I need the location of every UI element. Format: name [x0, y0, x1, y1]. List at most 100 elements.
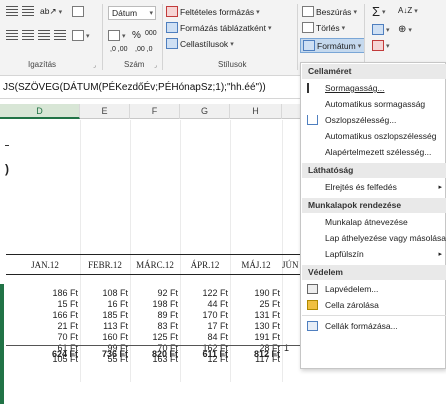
conditional-format-icon	[166, 6, 178, 17]
menu-item-row-height[interactable]: Sormagasság...	[302, 81, 446, 96]
decrease-indent-icon	[38, 30, 50, 40]
section-visibility: Láthatóság	[302, 163, 446, 178]
decrease-indent-button[interactable]	[38, 30, 50, 40]
insert-button[interactable]: Beszúrás ▾	[302, 6, 357, 17]
column-header-f[interactable]: F	[130, 104, 180, 119]
menu-item-rename-sheet[interactable]: Munkalap átnevezése	[302, 215, 446, 230]
menu-item-protect-sheet[interactable]: Lapvédelem...	[302, 282, 446, 297]
column-header-h[interactable]: H	[230, 104, 282, 119]
menu-divider	[302, 315, 446, 316]
align-top-button[interactable]	[6, 6, 18, 16]
delete-icon	[302, 22, 314, 33]
thousands-button[interactable]: 000	[145, 30, 157, 37]
number-group-label: Szám	[124, 60, 145, 69]
section-organize-sheets: Munkalapok rendezése	[302, 198, 446, 213]
menu-item-lock-cell[interactable]: Cella zárolása	[302, 298, 446, 313]
month-header[interactable]: JAN.12	[10, 260, 80, 272]
delete-button[interactable]: Törlés ▾	[302, 22, 345, 33]
decrease-decimal-icon: ,00 ,0	[135, 46, 153, 53]
column-header-i[interactable]	[282, 104, 302, 119]
total-cell[interactable]: 611 Ft	[184, 349, 228, 361]
format-dropdown-menu: Cellaméret Sormagasság... Automatikus so…	[300, 62, 446, 369]
conditional-format-button[interactable]: Feltételes formázás ▾	[166, 6, 260, 17]
row-marker-glyph: )	[5, 162, 9, 176]
section-cell-size: Cellaméret	[302, 64, 446, 79]
cell-styles-button[interactable]: Cellastílusok ▾	[166, 38, 234, 49]
styles-group-label: Stílusok	[218, 60, 247, 69]
submenu-arrow-icon: ▸	[438, 184, 442, 191]
autosum-button[interactable]: Σ ▾	[372, 4, 386, 19]
month-header[interactable]: MÁJ.12	[230, 260, 282, 272]
menu-item-col-width[interactable]: Oszlopszélesség...	[302, 113, 446, 128]
format-as-table-button[interactable]: Formázás táblázatként ▾	[166, 22, 272, 33]
group-separator	[102, 4, 103, 70]
align-left-icon	[6, 30, 18, 40]
merge-center-button[interactable]: ▾	[72, 30, 90, 41]
protect-sheet-icon	[307, 284, 318, 294]
section-protection: Védelem	[302, 265, 446, 280]
sort-filter-button[interactable]: A↓Z ▾	[398, 6, 418, 15]
format-cells-icon	[307, 321, 318, 331]
menu-item-autofit-col[interactable]: Automatikus oszlopszélesség	[302, 129, 446, 144]
menu-item-format-cells[interactable]: Cellák formázása...	[302, 319, 446, 334]
column-width-icon	[307, 115, 318, 125]
format-icon	[303, 40, 315, 51]
month-header[interactable]: FEBR.12	[80, 260, 130, 272]
menu-item-default-width[interactable]: Alapértelmezett szélesség...	[302, 145, 446, 160]
total-cell[interactable]: 624 Ft	[34, 349, 78, 361]
menu-item-autofit-row[interactable]: Automatikus sormagasság	[302, 97, 446, 112]
align-middle-button[interactable]	[22, 6, 34, 16]
gridline	[230, 120, 231, 382]
total-cell[interactable]: 736 Ft	[84, 349, 128, 361]
submenu-arrow-icon: ▸	[438, 251, 442, 258]
number-dialog-launcher-icon[interactable]: ⌟	[154, 62, 157, 69]
percent-button[interactable]: %	[132, 30, 141, 41]
find-select-button[interactable]: ⊕ ▾	[398, 24, 412, 35]
month-header[interactable]: JÚN	[282, 260, 302, 272]
group-separator	[364, 4, 365, 70]
total-cell[interactable]: 820 Ft	[134, 349, 178, 361]
total-cell[interactable]: 812 Ft	[236, 349, 280, 361]
gridline	[282, 120, 283, 382]
column-header-e[interactable]: E	[80, 104, 130, 119]
percent-icon: %	[132, 30, 141, 41]
increase-decimal-icon: ,0 ,00	[110, 46, 128, 53]
table-icon	[166, 22, 178, 33]
format-button[interactable]: Formátum ▾	[300, 38, 366, 53]
increase-decimal-button[interactable]: ,0 ,00	[110, 46, 128, 53]
alignment-dialog-launcher-icon[interactable]: ⌟	[93, 62, 96, 69]
align-icon	[6, 6, 18, 16]
align-center-icon	[22, 30, 34, 40]
wrap-text-button[interactable]	[72, 6, 84, 17]
column-header-d[interactable]: D	[0, 104, 80, 119]
lock-icon	[307, 300, 318, 310]
fill-down-icon	[372, 24, 384, 35]
decrease-decimal-button[interactable]: ,00 ,0	[135, 46, 153, 53]
menu-item-hide-unhide[interactable]: Elrejtés és felfedés ▸	[302, 180, 446, 195]
month-header-bottom-border	[6, 274, 302, 275]
increase-indent-button[interactable]	[54, 30, 66, 40]
fill-button[interactable]: ▾	[372, 24, 390, 35]
number-format-value: Dátum	[112, 8, 138, 18]
menu-item-move-copy[interactable]: Lap áthelyezése vagy másolása...	[302, 231, 446, 246]
formula-text: JS(SZÖVEG(DÁTUM(PÉKezdőÉv;PÉHónapSz;1);"…	[3, 82, 266, 93]
month-header[interactable]: ÁPR.12	[180, 260, 230, 272]
menu-item-tab-color[interactable]: Lapfülszín ▸	[302, 247, 446, 262]
alignment-group-label: Igazítás	[28, 60, 57, 69]
column-header-g[interactable]: G	[180, 104, 230, 119]
align-center-button[interactable]	[22, 30, 34, 40]
sum-icon: Σ	[372, 4, 381, 19]
number-format-dropdown[interactable]: Dátum ▾	[108, 6, 156, 20]
align-left-button[interactable]	[6, 30, 18, 40]
currency-button[interactable]: ▾	[108, 30, 126, 41]
cell-styles-icon	[166, 38, 178, 49]
sort-icon: A↓Z	[398, 6, 413, 15]
clear-button[interactable]: ▾	[372, 40, 390, 51]
orientation-button[interactable]: ab↗ ▾	[40, 6, 62, 17]
align-middle-icon	[22, 6, 34, 16]
group-separator	[297, 4, 298, 70]
row-marker	[5, 145, 9, 146]
month-header[interactable]: MÁRC.12	[130, 260, 180, 272]
thousands-icon: 000	[145, 30, 157, 37]
merge-icon	[72, 30, 84, 41]
